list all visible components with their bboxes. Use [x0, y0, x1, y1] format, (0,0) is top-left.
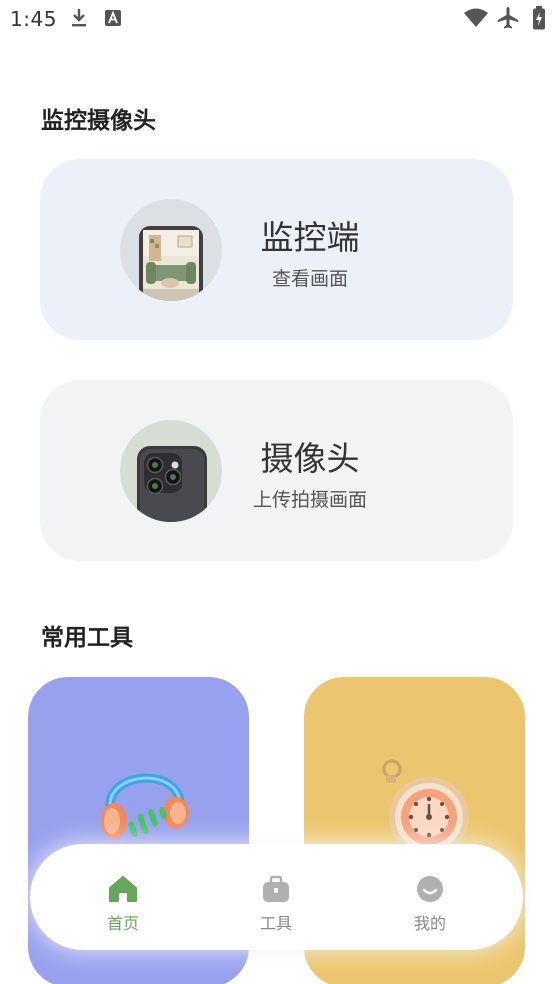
nav-item-mine[interactable]: 我的: [370, 844, 490, 950]
status-bar: 1:45: [0, 0, 553, 38]
camera-phone-image: [120, 420, 222, 522]
airplane-mode-icon: [498, 7, 518, 29]
monitor-card-title: 监控端: [260, 218, 360, 257]
monitor-card-subtitle: 查看画面: [271, 268, 348, 290]
status-time: 1:45: [10, 7, 57, 31]
nav-label-home: 首页: [106, 914, 139, 933]
bottom-nav: 首页 工具 我的: [30, 844, 523, 950]
home-screen: 1:45 监控摄像头 监控端 查看画面 摄像头 上传拍摄画面 常用工具 首页 工…: [0, 0, 553, 984]
nav-label-tools: 工具: [259, 914, 292, 933]
camera-card-title: 摄像头: [260, 439, 360, 478]
battery-charging-icon: [533, 6, 545, 30]
headphones-icon: [101, 773, 189, 839]
download-icon: [72, 9, 86, 27]
keyboard-a-icon: [105, 10, 121, 26]
nav-item-tools[interactable]: 工具: [216, 844, 336, 950]
monitor-card[interactable]: 监控端 查看画面: [40, 159, 513, 340]
stopwatch-icon: [382, 759, 469, 857]
camera-card-subtitle: 上传拍摄画面: [252, 489, 367, 511]
section-title-tools: 常用工具: [41, 625, 133, 651]
home-icon: [109, 876, 137, 902]
camera-card[interactable]: 摄像头 上传拍摄画面: [40, 380, 513, 561]
monitor-phone-image: [120, 199, 222, 301]
wifi-icon: [464, 8, 488, 27]
nav-item-home[interactable]: 首页: [63, 844, 183, 950]
section-title-camera: 监控摄像头: [41, 108, 156, 134]
nav-label-mine: 我的: [413, 914, 446, 933]
profile-icon: [417, 876, 443, 902]
toolbox-icon: [263, 875, 289, 902]
